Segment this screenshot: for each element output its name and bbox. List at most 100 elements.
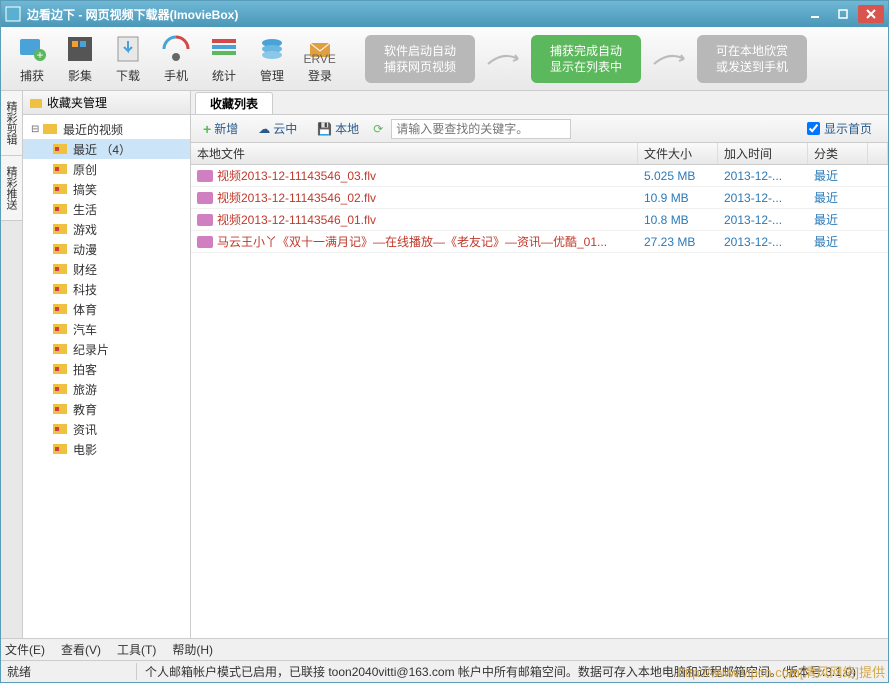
add-button[interactable]: +新增 <box>197 118 244 139</box>
content-area: 收藏列表 +新增 ☁云中 💾本地 ⟳ 显示首页 本地文件 文件大小 加入时间 分… <box>191 91 888 638</box>
cloud-icon: ☁ <box>258 122 270 136</box>
file-list: 视频2013-12-11143546_03.flv5.025 MB2013-12… <box>191 165 888 638</box>
tool-capture[interactable]: + 捕获 <box>9 29 55 88</box>
tool-login[interactable]: SERVER 登录 <box>297 29 343 88</box>
tree-item[interactable]: 搞笑 <box>23 179 190 199</box>
arrow-icon <box>649 49 689 69</box>
tree-item[interactable]: 体育 <box>23 299 190 319</box>
folder-icon <box>53 262 69 276</box>
svg-text:+: + <box>36 48 43 62</box>
phone-icon <box>160 33 192 65</box>
close-button[interactable] <box>858 5 884 23</box>
sync-icon[interactable]: ⟳ <box>373 122 383 136</box>
folder-icon <box>53 222 69 236</box>
folder-icon <box>53 342 69 356</box>
col-extra[interactable] <box>868 143 888 164</box>
video-file-icon <box>197 170 213 182</box>
folder-icon <box>53 422 69 436</box>
tree-item[interactable]: 汽车 <box>23 319 190 339</box>
folder-icon <box>53 402 69 416</box>
tree-item[interactable]: 原创 <box>23 159 190 179</box>
folder-icon <box>53 282 69 296</box>
tree-item[interactable]: 动漫 <box>23 239 190 259</box>
status-ready: 就绪 <box>7 663 137 680</box>
folder-icon <box>53 162 69 176</box>
tool-phone[interactable]: 手机 <box>153 29 199 88</box>
cloud-button[interactable]: ☁云中 <box>252 118 303 139</box>
tree-item[interactable]: 最近 （4） <box>23 139 190 159</box>
menu-tools[interactable]: 工具(T) <box>117 641 156 658</box>
login-icon: SERVER <box>304 33 336 65</box>
side-tab-2[interactable]: 精彩推送 <box>1 156 22 221</box>
menubar: 文件(E) 查看(V) 工具(T) 帮助(H) <box>1 638 888 660</box>
svg-text:SERVER: SERVER <box>304 52 336 65</box>
list-row[interactable]: 视频2013-12-11143546_02.flv10.9 MB2013-12-… <box>191 187 888 209</box>
tool-manage[interactable]: 管理 <box>249 29 295 88</box>
video-file-icon <box>197 236 213 248</box>
tab-strip: 收藏列表 <box>191 91 888 115</box>
sub-toolbar: +新增 ☁云中 💾本地 ⟳ 显示首页 <box>191 115 888 143</box>
folder-open-icon <box>43 122 59 136</box>
tree-item[interactable]: 教育 <box>23 399 190 419</box>
col-name[interactable]: 本地文件 <box>191 143 638 164</box>
folder-icon <box>53 362 69 376</box>
side-tabs: 精彩剪辑 精彩推送 <box>1 91 23 638</box>
list-row[interactable]: 视频2013-12-11143546_01.flv10.8 MB2013-12-… <box>191 209 888 231</box>
album-icon <box>64 33 96 65</box>
disk-icon: 💾 <box>317 122 332 136</box>
tree-item[interactable]: 电影 <box>23 439 190 459</box>
tree-item[interactable]: 科技 <box>23 279 190 299</box>
flow-step-3: 可在本地欣赏 或发送到手机 <box>697 35 807 83</box>
stats-icon <box>208 33 240 65</box>
tool-stats[interactable]: 统计 <box>201 29 247 88</box>
show-home-checkbox[interactable]: 显示首页 <box>807 120 872 137</box>
col-time[interactable]: 加入时间 <box>718 143 808 164</box>
titlebar-text: 边看边下 - 网页视频下载器(ImovieBox) <box>27 6 802 23</box>
menu-file[interactable]: 文件(E) <box>5 641 45 658</box>
list-row[interactable]: 马云王小丫《双十一满月记》—在线播放—《老友记》—资讯—优酷_01...27.2… <box>191 231 888 253</box>
main-area: 精彩剪辑 精彩推送 收藏夹管理 ⊟ 最近的视频 最近 （4）原创搞笑生活游戏动漫… <box>1 91 888 638</box>
list-row[interactable]: 视频2013-12-11143546_03.flv5.025 MB2013-12… <box>191 165 888 187</box>
flow-step-1: 软件启动自动 捕获网页视频 <box>365 35 475 83</box>
app-window: 边看边下 - 网页视频下载器(ImovieBox) + 捕获 影集 下载 手机 … <box>0 0 889 683</box>
tool-album[interactable]: 影集 <box>57 29 103 88</box>
menu-help[interactable]: 帮助(H) <box>172 641 213 658</box>
col-size[interactable]: 文件大小 <box>638 143 718 164</box>
minimize-button[interactable] <box>802 5 828 23</box>
tree-item[interactable]: 生活 <box>23 199 190 219</box>
local-button[interactable]: 💾本地 <box>311 118 365 139</box>
search-input[interactable] <box>391 119 571 139</box>
video-file-icon <box>197 214 213 226</box>
side-tab-1[interactable]: 精彩剪辑 <box>1 91 22 156</box>
tree-item[interactable]: 拍客 <box>23 359 190 379</box>
folder-icon <box>53 202 69 216</box>
col-cat[interactable]: 分类 <box>808 143 868 164</box>
folder-icon <box>29 96 43 110</box>
window-controls <box>802 5 884 23</box>
menu-view[interactable]: 查看(V) <box>61 641 101 658</box>
tool-download[interactable]: 下载 <box>105 29 151 88</box>
tree-root[interactable]: ⊟ 最近的视频 <box>23 119 190 139</box>
folder-icon <box>53 242 69 256</box>
main-toolbar: + 捕获 影集 下载 手机 统计 管理 SERVER 登录 软 <box>1 27 888 91</box>
arrow-icon <box>483 49 523 69</box>
flow-step-2: 捕获完成自动 显示在列表中 <box>531 35 641 83</box>
tree-item[interactable]: 旅游 <box>23 379 190 399</box>
folder-icon <box>53 322 69 336</box>
capture-icon: + <box>16 33 48 65</box>
folder-icon <box>53 302 69 316</box>
video-file-icon <box>197 192 213 204</box>
maximize-button[interactable] <box>830 5 856 23</box>
tab-favorites[interactable]: 收藏列表 <box>195 92 273 114</box>
collapse-icon[interactable]: ⊟ <box>31 124 43 135</box>
sidebar: 收藏夹管理 ⊟ 最近的视频 最近 （4）原创搞笑生活游戏动漫财经科技体育汽车纪录… <box>23 91 191 638</box>
folder-icon <box>53 182 69 196</box>
folder-icon <box>53 142 69 156</box>
folder-icon <box>53 442 69 456</box>
tree-item[interactable]: 游戏 <box>23 219 190 239</box>
tree-item[interactable]: 财经 <box>23 259 190 279</box>
tree-item[interactable]: 纪录片 <box>23 339 190 359</box>
category-tree: ⊟ 最近的视频 最近 （4）原创搞笑生活游戏动漫财经科技体育汽车纪录片拍客旅游教… <box>23 115 190 638</box>
folder-icon <box>53 382 69 396</box>
tree-item[interactable]: 资讯 <box>23 419 190 439</box>
